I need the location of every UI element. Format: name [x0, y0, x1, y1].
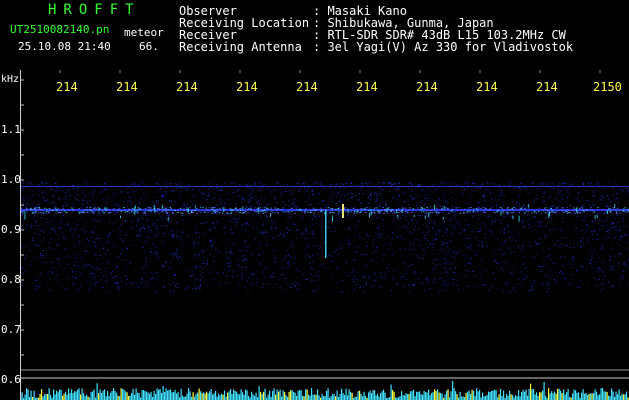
y-tick-label: 0.9 — [1, 223, 21, 236]
filename-label: UT2510082140.pn — [10, 23, 110, 36]
y-axis-unit: kHz — [1, 74, 20, 85]
plot-frame — [20, 70, 629, 400]
hrofft-window: HROFFT UT2510082140.pn meteor 25.10.08 2… — [0, 0, 629, 400]
meteor-count: 66. — [139, 40, 159, 53]
y-tick-label: 0.7 — [1, 323, 21, 336]
datetime-label: 25.10.08 21:40 — [18, 40, 111, 53]
y-tick-label: 1.1 — [1, 123, 21, 136]
y-tick-label: 0.6 — [1, 373, 21, 386]
app-title: HROFFT — [48, 2, 141, 18]
y-tick-label: 0.8 — [1, 273, 21, 286]
meteor-label: meteor — [124, 26, 164, 39]
y-tick-label: 1.0 — [1, 173, 21, 186]
info-value-antenna: : 3el Yagi(V) Az 330 for Vladivostok — [313, 40, 574, 54]
info-label-antenna: Receiving Antenna — [179, 40, 302, 54]
